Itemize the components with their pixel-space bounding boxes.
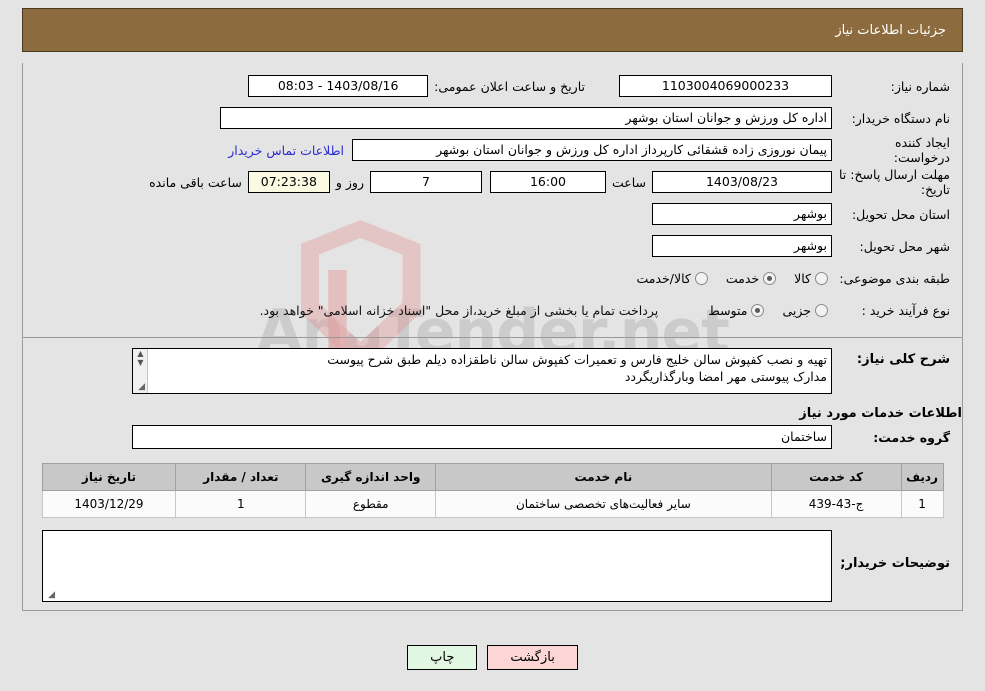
summary-section: شماره نیاز: 1103004069000233 تاریخ و ساع…	[23, 63, 962, 333]
row-category: طبقه بندی موضوعی: کالا خدمت کالا/خدمت	[35, 263, 950, 293]
th-service-name: نام خدمت	[435, 463, 772, 491]
row-deadline: مهلت ارسال پاسخ: تا تاریخ: 1403/08/23 سا…	[35, 167, 950, 197]
back-button[interactable]: بازگشت	[487, 645, 578, 670]
category-radio-1[interactable]	[763, 271, 777, 285]
cell-service-code: ج-43-439	[770, 490, 902, 518]
category-radio-label-0: کالا	[794, 270, 811, 286]
cell-quantity: 1	[175, 490, 307, 518]
row-province: استان محل تحویل: بوشهر	[35, 199, 950, 229]
requester-field[interactable]: پیمان نوروزی زاده قشقائی کارپرداز اداره …	[352, 139, 832, 161]
details-panel: شماره نیاز: 1103004069000233 تاریخ و ساع…	[22, 63, 963, 611]
process-radio-group: جزیی متوسط	[694, 303, 832, 318]
buyer-notes-textarea[interactable]: ◢	[42, 530, 832, 602]
days-remaining-field[interactable]: 7	[369, 171, 482, 193]
resize-grip-icon[interactable]: ◢	[135, 382, 145, 392]
province-label: استان محل تحویل:	[851, 206, 950, 222]
remaining-label: ساعت باقی مانده	[149, 174, 242, 190]
buyer-org-field[interactable]: اداره کل ورزش و جوانان استان بوشهر	[220, 107, 832, 129]
announce-datetime-field[interactable]: 1403/08/16 - 08:03	[248, 75, 429, 97]
buyer-notes-label: توضیحات خریدار;	[840, 556, 950, 571]
city-label: شهر محل تحویل:	[859, 238, 950, 254]
payment-note: پرداخت تمام یا بخشی از مبلغ خرید،از محل …	[259, 302, 659, 318]
row-process-type: نوع فرآیند خرید : جزیی متوسط پرداخت تمام…	[35, 295, 950, 325]
deadline-hour-field[interactable]: 16:00	[489, 171, 606, 193]
deadline-label: مهلت ارسال پاسخ: تا تاریخ:	[839, 167, 950, 197]
city-field[interactable]: بوشهر	[652, 235, 832, 257]
services-table: ردیف کد خدمت نام خدمت واحد اندازه گیری ت…	[41, 463, 944, 518]
category-radio-0[interactable]	[815, 271, 828, 285]
th-unit: واحد اندازه گیری	[305, 463, 437, 491]
buyer-contact-link[interactable]: اطلاعات تماس خریدار	[220, 143, 352, 158]
table-row: 1 ج-43-439 سایر فعالیت‌های تخصصی ساختمان…	[41, 490, 944, 518]
notes-resize-grip-icon[interactable]: ◢	[45, 590, 55, 600]
row-city: شهر محل تحویل: بوشهر	[35, 231, 950, 261]
description-text: تهیه و نصب کفپوش سالن خلیج فارس و تعمیرا…	[327, 352, 827, 384]
row-buyer-org: نام دستگاه خریدار: اداره کل ورزش و جوانا…	[35, 103, 950, 133]
cell-service-name: سایر فعالیت‌های تخصصی ساختمان	[435, 490, 772, 518]
category-radio-label-2: کالا/خدمت	[636, 270, 691, 286]
description-section: شرح کلی نیاز: ▲ ▼ تهیه و نصب کفپوش سالن …	[23, 338, 962, 398]
requester-label: ایجاد کننده درخواست:	[893, 135, 950, 165]
print-button[interactable]: چاپ	[407, 645, 478, 670]
province-field[interactable]: بوشهر	[652, 203, 832, 225]
th-row-no: ردیف	[900, 463, 944, 491]
row-service-group: گروه خدمت: ساختمان	[23, 425, 962, 455]
service-group-label: گروه خدمت:	[873, 429, 950, 445]
hour-label: ساعت	[611, 174, 646, 190]
need-number-field[interactable]: 1103004069000233	[619, 75, 832, 97]
process-radio-1[interactable]	[751, 303, 765, 317]
category-radio-group: کالا خدمت کالا/خدمت	[622, 271, 832, 286]
announce-datetime-label: تاریخ و ساعت اعلان عمومی:	[434, 78, 585, 94]
deadline-date-field[interactable]: 1403/08/23	[652, 171, 832, 193]
buyer-org-label: نام دستگاه خریدار:	[851, 110, 950, 126]
services-heading: اطلاعات خدمات مورد نیاز	[799, 406, 962, 421]
process-radio-label-0: جزیی	[782, 302, 811, 318]
page-root: AnaTender.net جزئیات اطلاعات نیاز شماره …	[0, 0, 985, 691]
process-radio-0[interactable]	[815, 303, 828, 317]
buyer-notes-section: توضیحات خریدار; ◢	[23, 518, 962, 610]
service-group-field[interactable]: ساختمان	[132, 425, 832, 449]
page-title: جزئیات اطلاعات نیاز	[835, 22, 946, 38]
scroll-up-icon[interactable]: ▲	[135, 350, 146, 358]
th-need-date: تاریخ نیاز	[41, 463, 177, 491]
description-label: شرح کلی نیاز:	[856, 352, 950, 367]
services-table-wrap: ردیف کد خدمت نام خدمت واحد اندازه گیری ت…	[23, 457, 962, 518]
footer-actions: بازگشت چاپ	[0, 645, 985, 670]
category-radio-2[interactable]	[694, 271, 708, 285]
category-label: طبقه بندی موضوعی:	[839, 270, 950, 286]
countdown-timer: 07:23:38	[247, 171, 330, 193]
row-requester: ایجاد کننده درخواست: پیمان نوروزی زاده ق…	[35, 135, 950, 165]
th-service-code: کد خدمت	[770, 463, 902, 491]
description-textarea[interactable]: ▲ ▼ تهیه و نصب کفپوش سالن خلیج فارس و تع…	[132, 348, 832, 394]
days-label: روز و	[335, 174, 364, 190]
cell-row-no: 1	[900, 490, 944, 518]
need-number-label: شماره نیاز:	[890, 78, 950, 94]
process-radio-label-1: متوسط	[708, 302, 748, 318]
row-need-number: شماره نیاز: 1103004069000233 تاریخ و ساع…	[35, 71, 950, 101]
scroll-down-icon[interactable]: ▼	[135, 359, 146, 367]
cell-unit: مقطوع	[305, 490, 437, 518]
page-header: جزئیات اطلاعات نیاز	[22, 8, 963, 52]
category-radio-label-1: خدمت	[725, 270, 760, 286]
process-label: نوع فرآیند خرید :	[861, 302, 950, 318]
cell-need-date: 1403/12/29	[41, 490, 177, 518]
table-header-row: ردیف کد خدمت نام خدمت واحد اندازه گیری ت…	[41, 463, 944, 491]
th-quantity: تعداد / مقدار	[175, 463, 307, 491]
